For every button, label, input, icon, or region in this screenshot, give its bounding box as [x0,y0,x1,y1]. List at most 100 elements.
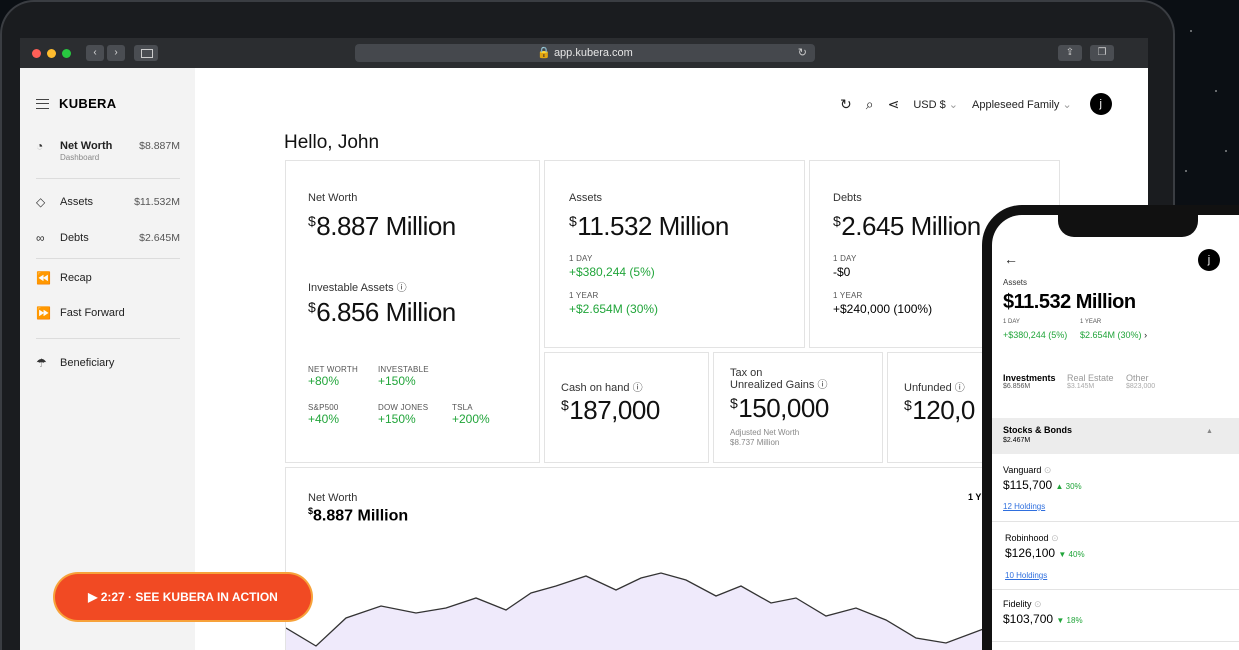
card-value: $150,000 [730,393,829,423]
umbrella-icon: ☂ [36,356,47,370]
logo: KUBERA [59,96,117,111]
year-label: 1 YEAR [569,291,599,300]
pie-chart-icon: ◔ [36,139,44,153]
chart-value: $8.887 Million [308,506,409,525]
day-change: +$380,244 (5%) [569,265,655,279]
stat-investable: INVESTABLE +150% [378,365,429,388]
holdings-link[interactable]: 12 Holdings [1003,502,1045,511]
sidebar-item-value: $8.887M [139,140,180,152]
card-label: Debts [833,192,862,204]
holding-name: Vanguard ⊙ [1003,465,1052,475]
avatar[interactable]: j [1089,93,1112,115]
minimize-window-button[interactable] [47,49,56,58]
sidebar-toggle-icon[interactable] [134,45,158,61]
top-toolbar: ↻ ⌕ ⋖ USD $ ⌄ Appleseed Family ⌄ j [840,93,1112,115]
phone-day-change: +$380,244 (5%) [1003,330,1068,340]
portfolio-selector[interactable]: Appleseed Family ⌄ [972,98,1072,111]
sidebar-item-sublabel: Dashboard [60,153,100,162]
sidebar-item-label: Net Worth [60,140,113,152]
holding-row[interactable]: Fidelity ⊙ $103,700 ▼ 18% [992,590,1239,642]
holding-row[interactable]: Robinhood ⊙ $126,100 ▼ 40% 10 Holdings [992,522,1239,590]
year-change: +$240,000 (100%) [833,302,933,316]
cash-on-hand-card[interactable]: Cash on hand ⓘ $187,000 [544,352,709,463]
sidebar-item-label: Beneficiary [60,357,115,369]
back-icon[interactable]: ‹ [86,45,104,61]
sidebar-item-assets[interactable]: ◇ Assets $11.532M [36,196,180,209]
assets-card[interactable]: Assets $11.532 Million 1 DAY +$380,244 (… [544,160,805,348]
divider [36,178,180,179]
stat-net-worth: NET WORTH +80% [308,365,358,388]
phone-total-value: $11.532 Million [1003,291,1136,313]
currency-selector[interactable]: USD $ ⌄ [913,98,958,111]
menu-icon[interactable] [36,98,49,109]
holding-name: Fidelity ⊙ [1003,599,1042,609]
day-change: -$0 [833,265,851,279]
phone-frame: ← j Assets $11.532 Million 1 DAY +$380,2… [982,205,1239,650]
holding-name: Robinhood ⊙ [1005,533,1059,543]
back-arrow-icon[interactable]: ← [1004,251,1018,267]
debts-icon: ∞ [36,231,45,245]
holding-value: $115,700 ▲ 30% [1003,478,1082,492]
tab-real-estate[interactable]: Real Estate $3.145M [1067,373,1114,390]
day-label: 1 DAY [833,254,857,263]
reload-icon[interactable]: ↻ [798,44,807,62]
year-label: 1 YEAR [833,291,863,300]
tax-card[interactable]: Tax on Unrealized Gains ⓘ $150,000 Adjust… [713,352,883,463]
address-bar[interactable]: 🔒 app.kubera.com ↻ [355,44,815,62]
sidebar-item-debts[interactable]: ∞ Debts $2.645M [36,232,180,245]
sidebar-item-beneficiary[interactable]: ☂ Beneficiary [36,357,180,370]
share-icon[interactable]: ⇪ [1058,45,1082,61]
stat-dow-jones: DOW JONES +150% [378,403,429,426]
sidebar: KUBERA ◔ Net Worth Dashboard $8.887M ◇ A… [20,68,195,650]
rewind-icon: ⏪ [36,271,51,285]
phone-year-label: 1 YEAR [1080,319,1102,325]
holding-row[interactable]: Vanguard ⊙ $115,700 ▲ 30% 12 Holdings [992,454,1239,522]
holding-value: $126,100 ▼ 40% [1005,546,1085,560]
card-label: Cash on hand ⓘ [561,382,643,394]
sidebar-item-net-worth[interactable]: ◔ Net Worth Dashboard $8.887M [36,139,180,163]
fast-forward-icon: ⏩ [36,306,51,320]
divider [36,338,180,339]
net-worth-chart [286,572,1061,650]
card-value: $2.645 Million [833,211,981,241]
forward-icon[interactable]: › [107,45,125,61]
sidebar-item-recap[interactable]: ⏪ Recap [36,272,180,285]
sidebar-item-fast-forward[interactable]: ⏩ Fast Forward [36,307,180,320]
net-worth-card[interactable]: Net Worth $8.887 Million Investable Asse… [285,160,540,463]
info-icon[interactable]: ⓘ [397,283,407,294]
tabs-icon[interactable]: ❐ [1090,45,1114,61]
sidebar-item-label: Debts [60,232,89,244]
day-label: 1 DAY [569,254,593,263]
card-value: $120,0 [904,395,975,425]
chart-area [286,573,1061,650]
lock-icon: 🔒 [537,47,551,59]
collapse-icon[interactable]: ▲ [1206,428,1213,435]
divider [36,258,180,259]
holdings-link[interactable]: 10 Holdings [1005,571,1047,580]
net-worth-chart-card: Net Worth $8.887 Million 1 YE [285,467,1061,650]
section-value: $2.467M [1003,437,1031,444]
card-label: Assets [569,192,603,204]
browser-titlebar: ‹ › 🔒 app.kubera.com ↻ ⇪ ❐ [20,38,1148,68]
section-header[interactable]: Stocks & Bonds $2.467M ▲ [992,418,1239,454]
search-icon[interactable]: ⌕ [866,96,874,113]
tab-investments[interactable]: Investments $6.856M [1003,373,1056,390]
sidebar-item-label: Assets [60,196,94,208]
card-value: $187,000 [561,395,660,425]
share-icon[interactable]: ⋖ [888,96,900,113]
close-window-button[interactable] [32,49,41,58]
info-icon[interactable]: ⓘ [955,383,965,394]
info-icon[interactable]: ⓘ [633,383,643,394]
investable-label: Investable Assets ⓘ [308,282,407,294]
phone-title: Assets [1003,278,1028,287]
tab-other[interactable]: Other $823,000 [1126,373,1155,390]
avatar[interactable]: j [1198,249,1220,271]
sidebar-item-value: $2.645M [139,232,180,244]
zoom-window-button[interactable] [62,49,71,58]
card-label: Tax on Unrealized Gains ⓘ [730,367,828,391]
phone-year-change[interactable]: $2.654M (30%) › [1080,330,1147,340]
info-icon[interactable]: ⓘ [817,380,827,391]
greeting: Hello, John [284,132,380,153]
refresh-icon[interactable]: ↻ [840,96,852,113]
watch-video-button[interactable]: ▶ 2:27 · SEE KUBERA IN ACTION [55,574,311,620]
